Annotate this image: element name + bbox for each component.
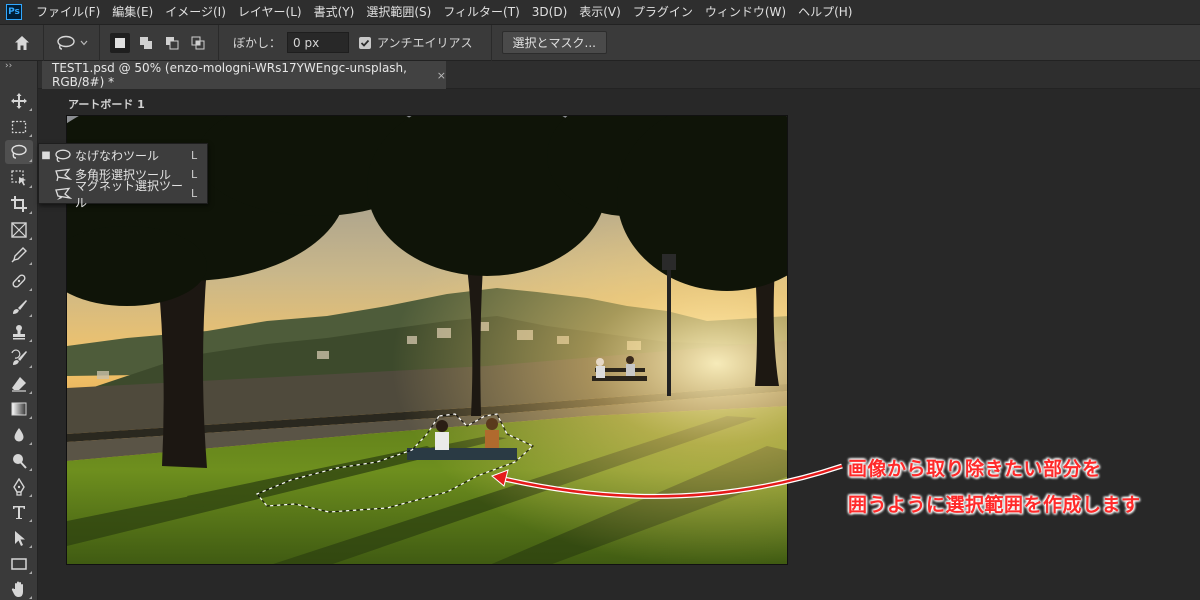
- annotation-line-1: 画像から取り除きたい部分を: [848, 458, 1102, 480]
- eyedropper-icon: [11, 247, 27, 263]
- marquee-icon: [11, 120, 27, 133]
- healing-icon: [12, 274, 26, 288]
- tool-button-object-select[interactable]: [5, 166, 33, 190]
- antialias-checkbox[interactable]: [359, 36, 372, 49]
- tool-button-frame[interactable]: [5, 218, 33, 242]
- new-selection-icon: [115, 37, 125, 48]
- tool-button-type[interactable]: [5, 500, 33, 524]
- intersect-selection-icon: [191, 36, 205, 49]
- pen-icon: [13, 477, 25, 496]
- lasso-icon: [53, 148, 73, 164]
- selected-marker: ■: [41, 150, 51, 161]
- add-to-selection-button[interactable]: [136, 33, 156, 53]
- new-selection-button[interactable]: [110, 32, 130, 53]
- menu-edit[interactable]: 編集(E): [106, 0, 159, 24]
- stamp-icon: [13, 325, 25, 340]
- menu-view[interactable]: 表示(V): [573, 0, 627, 24]
- canvas-area[interactable]: アートボード 1: [38, 89, 1200, 600]
- document-title: TEST1.psd @ 50% (enzo-mologni-WRs17YWEng…: [52, 61, 407, 89]
- antialias-label: アンチエイリアス: [377, 36, 473, 50]
- flyout-shortcut-lasso: L: [191, 149, 198, 162]
- dodge-icon: [13, 453, 27, 469]
- options-bar: ぼかし： アンチエイリアス 選択とマスク...: [0, 24, 1200, 61]
- brush-icon: [13, 299, 27, 314]
- document-tab-bar: TEST1.psd @ 50% (enzo-mologni-WRs17YWEng…: [38, 61, 1200, 89]
- home-button[interactable]: [0, 24, 44, 61]
- flyout-item-magnetic-lasso[interactable]: マグネット選択ツール L: [39, 179, 207, 210]
- tool-button-eraser[interactable]: [5, 372, 33, 396]
- lasso-icon: [11, 145, 27, 160]
- options-divider: [490, 24, 492, 61]
- menu-help[interactable]: ヘルプ(H): [792, 0, 858, 24]
- select-and-mask-button[interactable]: 選択とマスク...: [501, 31, 607, 54]
- tool-button-rectangle[interactable]: [5, 552, 33, 576]
- tool-button-blur[interactable]: [5, 423, 33, 447]
- tool-button-crop[interactable]: [5, 192, 33, 216]
- blur-icon: [14, 428, 24, 442]
- hand-icon: [11, 581, 23, 598]
- menu-bar: Ps ファイル(F) 編集(E) イメージ(I) レイヤー(L) 書式(Y) 選…: [0, 0, 1200, 24]
- tool-button-hand[interactable]: [5, 577, 33, 600]
- menu-3d[interactable]: 3D(D): [526, 0, 573, 24]
- history-brush-icon: [11, 349, 27, 365]
- tool-button-brush[interactable]: [5, 295, 33, 319]
- crop-icon: [11, 195, 27, 212]
- document-tab[interactable]: TEST1.psd @ 50% (enzo-mologni-WRs17YWEng…: [42, 61, 446, 89]
- eraser-icon: [12, 376, 26, 392]
- rectangle-icon: [11, 557, 27, 570]
- tools-panel: ››: [0, 61, 38, 600]
- menu-window[interactable]: ウィンドウ(W): [699, 0, 792, 24]
- chevron-down-icon: [80, 40, 87, 45]
- menu-image[interactable]: イメージ(I): [159, 0, 232, 24]
- lasso-icon: [56, 35, 75, 50]
- menu-plugins[interactable]: プラグイン: [627, 0, 699, 24]
- annotation-line-2: 囲うように選択範囲を作成します: [848, 494, 1141, 516]
- menu-select[interactable]: 選択範囲(S): [360, 0, 437, 24]
- tool-button-path-select[interactable]: [5, 526, 33, 550]
- panel-collapse-icon[interactable]: ››: [0, 61, 37, 73]
- subtract-from-selection-button[interactable]: [162, 33, 182, 53]
- tool-button-dodge[interactable]: [5, 449, 33, 473]
- tool-button-gradient[interactable]: [5, 397, 33, 421]
- magnetic-lasso-icon: [53, 186, 73, 202]
- flyout-item-lasso[interactable]: ■ なげなわツール L: [39, 146, 207, 165]
- artboard-label: アートボード 1: [68, 98, 145, 111]
- tool-button-stamp[interactable]: [5, 320, 33, 344]
- polygonal-lasso-icon: [53, 167, 73, 183]
- menu-filter[interactable]: フィルター(T): [437, 0, 525, 24]
- flyout-label-lasso: なげなわツール: [75, 149, 160, 163]
- feather-label: ぼかし：: [233, 36, 282, 50]
- type-icon: [13, 506, 25, 520]
- lasso-tool-flyout: ■ なげなわツール L 多角形選択ツール L マグネット選択ツール L: [38, 143, 208, 210]
- gradient-icon: [11, 402, 27, 416]
- tool-button-marquee[interactable]: [5, 115, 33, 139]
- tool-preset-picker[interactable]: [44, 24, 100, 61]
- tool-button-healing[interactable]: [5, 269, 33, 293]
- move-icon: [11, 93, 27, 109]
- tool-button-history-brush[interactable]: [5, 346, 33, 370]
- flyout-label-magnetic-lasso: マグネット選択ツール: [75, 178, 184, 210]
- selection-mode-group: [100, 24, 219, 61]
- tool-button-lasso[interactable]: [5, 140, 33, 165]
- feather-input[interactable]: [287, 32, 350, 53]
- close-tab-icon[interactable]: ×: [437, 69, 446, 82]
- tool-button-move[interactable]: [5, 89, 33, 113]
- object-select-icon: [11, 170, 26, 186]
- checkmark-icon: [360, 39, 370, 47]
- frame-icon: [11, 221, 27, 238]
- menu-type[interactable]: 書式(Y): [308, 0, 361, 24]
- flyout-shortcut-magnetic-lasso: L: [191, 187, 198, 200]
- tool-button-eyedropper[interactable]: [5, 243, 33, 267]
- flyout-shortcut-polygonal-lasso: L: [191, 168, 198, 181]
- menu-layer[interactable]: レイヤー(L): [232, 0, 308, 24]
- menu-file[interactable]: ファイル(F): [30, 0, 106, 24]
- photoshop-logo: Ps: [6, 4, 22, 20]
- home-icon: [14, 35, 29, 50]
- subtract-selection-icon: [166, 36, 179, 49]
- path-select-icon: [15, 530, 25, 546]
- tool-button-pen[interactable]: [5, 475, 33, 499]
- add-selection-icon: [140, 36, 152, 49]
- intersect-selection-button[interactable]: [188, 33, 208, 53]
